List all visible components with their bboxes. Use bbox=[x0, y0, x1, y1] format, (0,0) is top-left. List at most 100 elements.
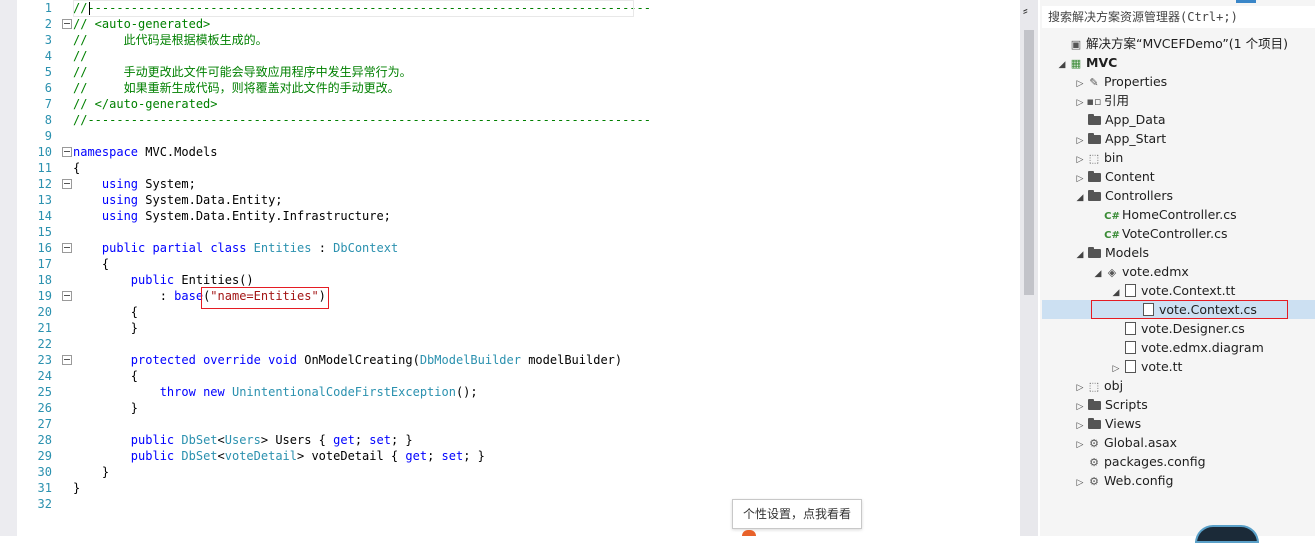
tree-item[interactable]: C# HomeController.cs bbox=[1092, 205, 1237, 224]
expanded-arrow-icon[interactable]: ◢ bbox=[1074, 246, 1086, 265]
code-line[interactable]: 28 public DbSet<Users> Users { get; set;… bbox=[17, 432, 1020, 448]
floating-assistant-widget[interactable] bbox=[1195, 525, 1259, 543]
code-line[interactable]: 2 // <auto-generated> bbox=[17, 16, 1020, 32]
code-line[interactable]: 11 { bbox=[17, 160, 1020, 176]
solution-explorer-search-input[interactable]: 搜索解决方案资源管理器(Ctrl+;) bbox=[1042, 6, 1315, 28]
tree-item[interactable]: ◢ Controllers bbox=[1074, 186, 1173, 205]
file-icon bbox=[1125, 284, 1136, 297]
code-line[interactable]: 15 bbox=[17, 224, 1020, 240]
code-line[interactable]: 27 bbox=[17, 416, 1020, 432]
code-line[interactable]: 29 public DbSet<voteDetail> voteDetail {… bbox=[17, 448, 1020, 464]
code-line[interactable]: 5 // 手动更改此文件可能会导致应用程序中发生异常行为。 bbox=[17, 64, 1020, 80]
tree-item[interactable]: ▷ ⬚ bin bbox=[1074, 148, 1124, 167]
tree-item[interactable]: ▷ App_Start bbox=[1074, 129, 1167, 148]
collapse-icon[interactable] bbox=[62, 243, 72, 253]
tree-item[interactable]: vote.edmx.diagram bbox=[1110, 338, 1264, 357]
line-number: 12 bbox=[37, 177, 52, 191]
tree-item[interactable]: ▷ ⚙ Global.asax bbox=[1074, 433, 1178, 452]
config-file-icon: ⚙ bbox=[1089, 456, 1099, 469]
code-line[interactable]: 1//-------------------------------------… bbox=[17, 0, 1020, 17]
tree-item[interactable]: ◢ vote.Context.tt bbox=[1110, 281, 1236, 300]
expanded-arrow-icon[interactable]: ◢ bbox=[1074, 189, 1086, 208]
folder-icon bbox=[1088, 171, 1101, 182]
expanded-arrow-icon[interactable]: ◢ bbox=[1056, 56, 1068, 75]
tree-item[interactable]: ▷ ▪▫ 引用 bbox=[1074, 91, 1129, 110]
code-line[interactable]: 12 using System; bbox=[17, 176, 1020, 192]
tree-item[interactable]: C# VoteController.cs bbox=[1092, 224, 1227, 243]
code-line[interactable]: 14 using System.Data.Entity.Infrastructu… bbox=[17, 208, 1020, 224]
code-line[interactable]: 32 bbox=[17, 496, 1020, 512]
edmx-icon: ◈ bbox=[1107, 266, 1117, 279]
tree-item[interactable]: ▷ Views bbox=[1074, 414, 1142, 433]
code-line[interactable]: 31} bbox=[17, 480, 1020, 496]
personalize-tooltip[interactable]: 个性设置，点我看看 bbox=[732, 499, 862, 529]
tree-item[interactable]: ▷ ✎ Properties bbox=[1074, 72, 1168, 91]
line-number: 28 bbox=[37, 433, 52, 447]
tree-item[interactable]: vote.Designer.cs bbox=[1110, 319, 1245, 338]
line-number: 26 bbox=[37, 401, 52, 415]
code-line[interactable]: 9 bbox=[17, 128, 1020, 144]
collapse-icon[interactable] bbox=[62, 19, 72, 29]
code-line[interactable]: 24 { bbox=[17, 368, 1020, 384]
code-line[interactable]: 19 : base("name=Entities") bbox=[17, 288, 1020, 304]
code-line[interactable]: 22 bbox=[17, 336, 1020, 352]
code-text: public partial class Entities : DbContex… bbox=[101, 241, 399, 255]
scrollbar-thumb[interactable] bbox=[1024, 30, 1034, 295]
code-editor[interactable]: 1 //-------------------------------------… bbox=[0, 0, 1020, 536]
line-number: 15 bbox=[37, 225, 52, 239]
file-icon bbox=[1125, 322, 1136, 335]
tree-item[interactable]: ▷ Scripts bbox=[1074, 395, 1148, 414]
tree-item[interactable]: ◢ Models bbox=[1074, 243, 1150, 265]
tree-item[interactable]: ▷ Content bbox=[1074, 167, 1155, 186]
code-line[interactable]: 25 throw new UnintentionalCodeFirstExcep… bbox=[17, 384, 1020, 400]
code-line[interactable]: 4 // bbox=[17, 48, 1020, 64]
tree-item[interactable]: ▷ vote.tt bbox=[1110, 357, 1183, 376]
tree-item-label: Global.asax bbox=[1104, 435, 1178, 450]
code-line[interactable]: 16 public partial class Entities : DbCon… bbox=[17, 240, 1020, 256]
tree-item-label: obj bbox=[1104, 378, 1124, 393]
code-line[interactable]: 8 //-------------------------------------… bbox=[17, 112, 1020, 128]
tree-item[interactable]: ⚙ packages.config bbox=[1074, 452, 1205, 471]
line-number: 22 bbox=[37, 337, 52, 351]
code-line[interactable]: 21 } bbox=[17, 320, 1020, 336]
code-line[interactable]: 23 protected override void OnModelCreati… bbox=[17, 352, 1020, 368]
collapse-icon[interactable] bbox=[62, 355, 72, 365]
tree-item[interactable]: ▣ 解决方案“MVCEFDemo”(1 个项目) bbox=[1056, 34, 1288, 53]
tree-item[interactable]: App_Data bbox=[1074, 110, 1166, 129]
code-line[interactable]: 13 using System.Data.Entity; bbox=[17, 192, 1020, 208]
code-text: // </auto-generated> bbox=[73, 97, 218, 111]
line-number: 30 bbox=[37, 465, 52, 479]
code-line[interactable]: 6 // 如果重新生成代码，则将覆盖对此文件的手动更改。 bbox=[17, 80, 1020, 96]
collapsed-arrow-icon[interactable]: ▷ bbox=[1074, 474, 1086, 493]
collapse-icon[interactable] bbox=[62, 291, 72, 301]
tree-item[interactable]: ◢ ◈ vote.edmx bbox=[1092, 262, 1189, 281]
code-text: using System; bbox=[101, 177, 196, 191]
tree-item-label: vote.Context.tt bbox=[1141, 283, 1236, 298]
tree-item-label: bin bbox=[1104, 150, 1124, 165]
line-number: 11 bbox=[37, 161, 52, 175]
tree-item-label: HomeController.cs bbox=[1122, 207, 1237, 222]
expanded-arrow-icon[interactable]: ◢ bbox=[1092, 265, 1104, 284]
code-line[interactable]: 3 // 此代码是根据模板生成的。 bbox=[17, 32, 1020, 48]
code-line[interactable]: 17 { bbox=[17, 256, 1020, 272]
line-number: 10 bbox=[37, 145, 52, 159]
line-number: 14 bbox=[37, 209, 52, 223]
tree-item[interactable]: ▷ ⚙ Web.config bbox=[1074, 471, 1174, 493]
split-window-icon[interactable]: ⸗ bbox=[1023, 2, 1028, 19]
code-text: } bbox=[73, 481, 81, 495]
collapse-icon[interactable] bbox=[62, 179, 72, 189]
tree-item[interactable]: ▷ ⬚ obj bbox=[1074, 376, 1124, 395]
collapse-icon[interactable] bbox=[62, 147, 72, 157]
code-text: // 此代码是根据模板生成的。 bbox=[73, 33, 268, 47]
line-number: 1 bbox=[44, 1, 52, 15]
code-line[interactable]: 20 { bbox=[17, 304, 1020, 320]
code-line[interactable]: 18 public Entities() bbox=[17, 272, 1020, 288]
code-line[interactable]: 7 // </auto-generated> bbox=[17, 96, 1020, 112]
code-line[interactable]: 30 } bbox=[17, 464, 1020, 480]
folder-icon bbox=[1088, 247, 1101, 258]
line-number: 16 bbox=[37, 241, 52, 255]
code-line[interactable]: 10 namespace MVC.Models bbox=[17, 144, 1020, 160]
code-line[interactable]: 26 } bbox=[17, 400, 1020, 416]
text-caret bbox=[89, 2, 90, 15]
tree-item[interactable]: ◢ ▦ MVC bbox=[1056, 53, 1118, 75]
